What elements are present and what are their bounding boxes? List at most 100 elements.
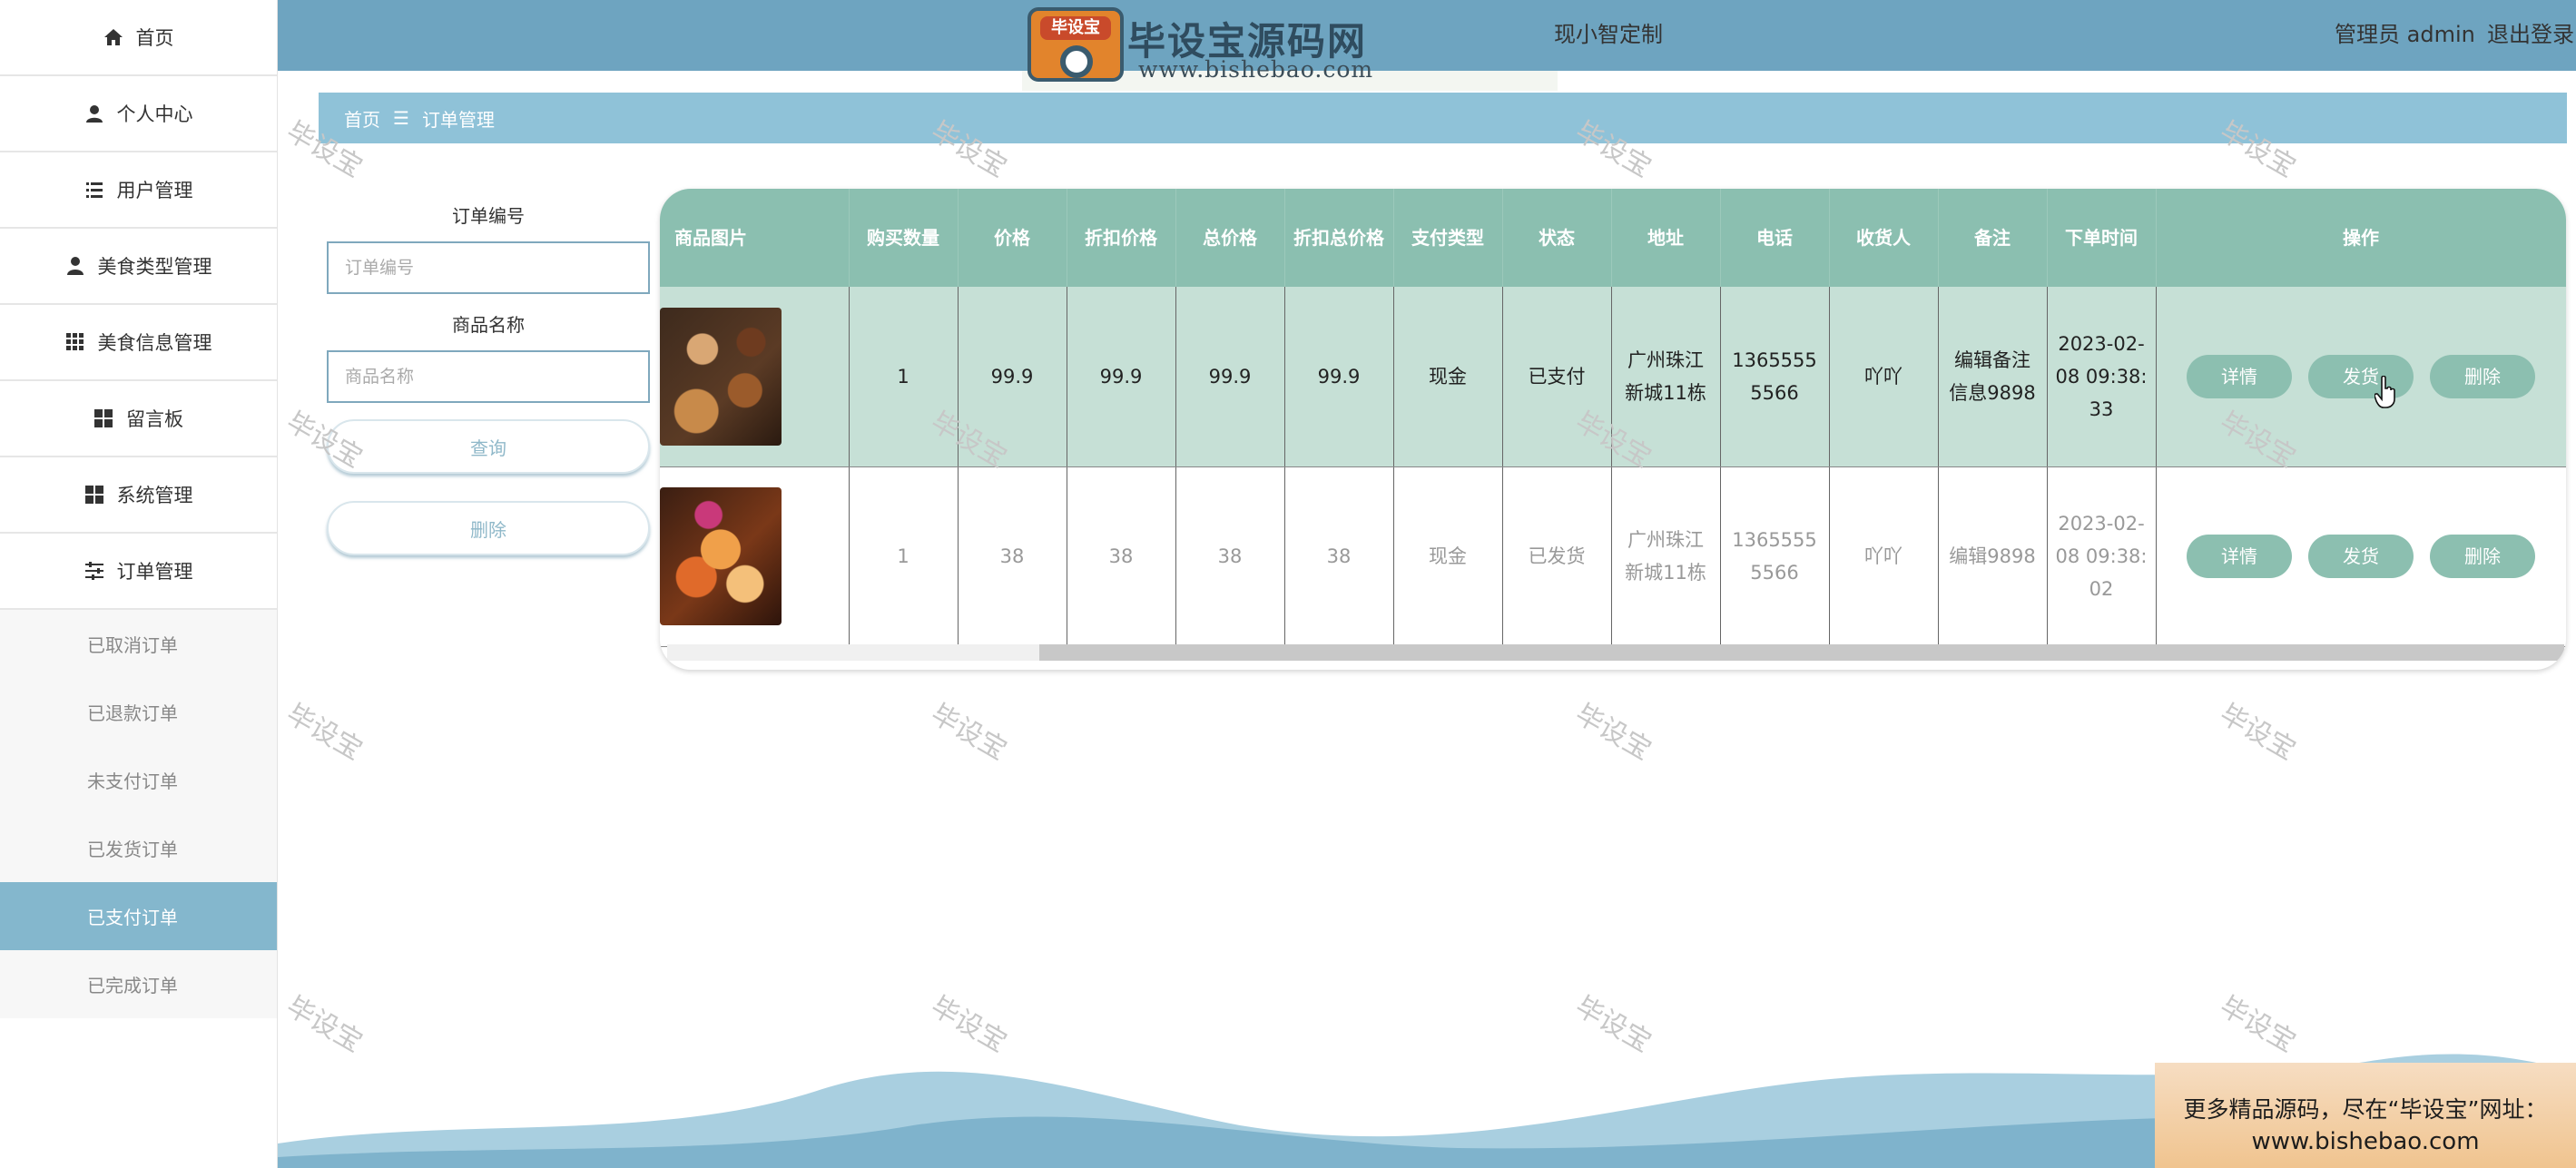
col-header: 备注 xyxy=(1938,189,2048,287)
orders-table: 商品图片 购买数量 价格 折扣价格 总价格 折扣总价格 支付类型 状态 地址 电… xyxy=(660,189,2566,670)
sidebar-sub-unpaid[interactable]: 未支付订单 xyxy=(0,746,277,814)
breadcrumb-separator-icon: ☰ xyxy=(393,107,409,129)
sidebar-item-users[interactable]: 用户管理 xyxy=(0,152,277,229)
sidebar-item-food-types[interactable]: 美食类型管理 xyxy=(0,229,277,305)
breadcrumb-home[interactable]: 首页 xyxy=(344,105,380,132)
top-header xyxy=(278,0,2576,71)
cell-pay-type: 现金 xyxy=(1393,466,1503,647)
col-header: 收货人 xyxy=(1829,189,1939,287)
detail-button[interactable]: 详情 xyxy=(2187,354,2292,398)
cell-total: 99.9 xyxy=(1175,287,1285,467)
sidebar-item-label: 个人中心 xyxy=(116,103,193,125)
sidebar-item-food-info[interactable]: 美食信息管理 xyxy=(0,305,277,381)
user-icon xyxy=(85,105,103,123)
sidebar-sub-refunded[interactable]: 已退款订单 xyxy=(0,678,277,746)
cell-qty: 1 xyxy=(849,287,959,467)
col-header: 操作 xyxy=(2156,189,2566,287)
cell-time: 2023-02-08 09:38:33 xyxy=(2047,287,2157,467)
cell-note: 编辑9898 xyxy=(1938,466,2048,647)
promo-url: www.bishebao.com xyxy=(2251,1128,2480,1155)
cell-discount-price: 99.9 xyxy=(1067,287,1176,467)
home-icon xyxy=(103,29,123,45)
col-header: 折扣总价格 xyxy=(1284,189,1394,287)
product-image-cell xyxy=(660,287,850,467)
col-header: 购买数量 xyxy=(849,189,959,287)
watermark-text: 毕设宝 xyxy=(2214,698,2301,767)
table-horizontal-scrollbar[interactable] xyxy=(667,644,2564,661)
cell-phone: 13655555566 xyxy=(1720,466,1830,647)
col-header: 下单时间 xyxy=(2047,189,2157,287)
sidebar-sub-shipped[interactable]: 已发货订单 xyxy=(0,814,277,882)
sidebar-item-label: 首页 xyxy=(135,27,174,49)
sidebar-item-home[interactable]: 首页 xyxy=(0,0,277,76)
cell-phone: 13655555566 xyxy=(1720,287,1830,467)
table-row: 1 38 38 38 38 现金 已发货 广州珠江新城11栋 136555555… xyxy=(660,466,2566,647)
current-user: 管理员 admin xyxy=(2335,22,2475,47)
order-no-input[interactable] xyxy=(327,241,650,294)
sidebar-item-profile[interactable]: 个人中心 xyxy=(0,76,277,152)
sidebar-item-label: 系统管理 xyxy=(116,485,193,506)
grid-icon xyxy=(65,333,84,350)
scrollbar-thumb[interactable] xyxy=(1039,644,2564,661)
cell-address: 广州珠江新城11栋 xyxy=(1611,466,1721,647)
product-name-label: 商品名称 xyxy=(452,314,525,336)
product-name-input[interactable] xyxy=(327,350,650,403)
user-tie-icon xyxy=(66,257,84,275)
cell-discount-total: 99.9 xyxy=(1284,287,1394,467)
cell-status: 已支付 xyxy=(1502,287,1612,467)
breadcrumb-current: 订单管理 xyxy=(421,108,495,131)
breadcrumb: 首页 ☰ 订单管理 xyxy=(319,93,2567,143)
cell-pay-type: 现金 xyxy=(1393,287,1503,467)
sidebar-sub-completed[interactable]: 已完成订单 xyxy=(0,950,277,1018)
hand-cursor-icon xyxy=(2374,376,2395,408)
sidebar-item-orders[interactable]: 订单管理 xyxy=(0,534,277,610)
cell-price: 99.9 xyxy=(958,287,1067,467)
actions-cell: 详情 发货 删除 xyxy=(2156,287,2566,467)
promo-line1: 更多精品源码，尽在“毕设宝”网址： xyxy=(2183,1096,2548,1123)
apps-icon xyxy=(94,409,113,427)
logo-badge-text: 毕设宝 xyxy=(1040,16,1111,40)
cell-discount-price: 38 xyxy=(1067,466,1176,647)
sidebar-sub-paid[interactable]: 已支付订单 xyxy=(0,882,277,950)
ship-button[interactable]: 发货 xyxy=(2308,535,2414,578)
query-button[interactable]: 查询 xyxy=(327,419,650,474)
col-header: 状态 xyxy=(1502,189,1612,287)
logo-url: www.bishebao.com xyxy=(1138,56,1374,83)
delete-button[interactable]: 删除 xyxy=(2430,535,2535,578)
col-header: 总价格 xyxy=(1175,189,1285,287)
sidebar-item-label: 美食信息管理 xyxy=(97,332,212,354)
cell-time: 2023-02-08 09:38:02 xyxy=(2047,466,2157,647)
detail-button[interactable]: 详情 xyxy=(2187,535,2292,578)
col-header: 电话 xyxy=(1720,189,1830,287)
cell-qty: 1 xyxy=(849,466,959,647)
sidebar-sub-cancelled[interactable]: 已取消订单 xyxy=(0,610,277,678)
table-header-row: 商品图片 购买数量 价格 折扣价格 总价格 折扣总价格 支付类型 状态 地址 电… xyxy=(660,189,2566,287)
delete-button[interactable]: 删除 xyxy=(2430,354,2535,398)
sliders-icon xyxy=(84,562,103,580)
cell-discount-total: 38 xyxy=(1284,466,1394,647)
cell-note: 编辑备注信息9898 xyxy=(1938,287,2048,467)
apps-icon xyxy=(84,486,103,504)
promo-banner[interactable]: 更多精品源码，尽在“毕设宝”网址： www.bishebao.com xyxy=(2155,1063,2576,1168)
product-image xyxy=(660,487,782,625)
list-icon xyxy=(85,182,103,198)
logout-link[interactable]: 退出登录 xyxy=(2487,16,2574,48)
col-header: 折扣价格 xyxy=(1067,189,1176,287)
sidebar-item-system[interactable]: 系统管理 xyxy=(0,457,277,534)
col-header: 价格 xyxy=(958,189,1067,287)
sidebar-item-label: 订单管理 xyxy=(116,561,193,583)
logo-badge-icon: 毕设宝 xyxy=(1027,7,1124,82)
cell-total: 38 xyxy=(1175,466,1285,647)
sidebar-item-label: 美食类型管理 xyxy=(97,256,212,278)
sidebar-item-label: 用户管理 xyxy=(116,180,193,201)
delete-selected-button[interactable]: 删除 xyxy=(327,501,650,555)
col-header: 商品图片 xyxy=(660,189,850,287)
app-root: 毕设宝 毕设宝源码网 www.bishebao.com 现小智定制 管理员 ad… xyxy=(0,0,2576,1168)
actions-cell: 详情 发货 删除 xyxy=(2156,466,2566,647)
cell-status: 已发货 xyxy=(1502,466,1612,647)
sidebar-item-messages[interactable]: 留言板 xyxy=(0,381,277,457)
cell-price: 38 xyxy=(958,466,1067,647)
watermark-text: 毕设宝 xyxy=(280,698,368,767)
sidebar-item-label: 留言板 xyxy=(126,408,183,430)
order-no-label: 订单编号 xyxy=(452,205,525,227)
